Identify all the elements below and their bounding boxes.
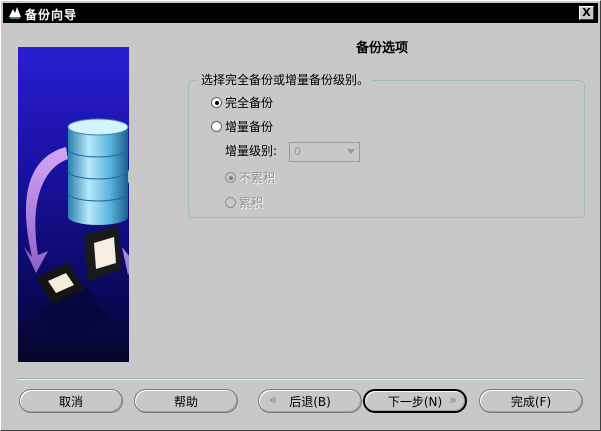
incremental-level-select[interactable]: 0 (289, 142, 360, 162)
cumulative-option[interactable]: 累积 (225, 194, 263, 211)
finish-button-label: 完成(F) (510, 394, 552, 409)
non-cumulative-label: 不累积 (239, 171, 276, 185)
full-backup-radio[interactable] (211, 97, 222, 108)
back-button[interactable]: « 后退(B) (258, 389, 362, 413)
next-button[interactable]: 下一步(N) » (363, 389, 467, 413)
chevron-down-icon (347, 149, 355, 154)
cancel-button[interactable]: 取消 (19, 389, 123, 413)
help-button[interactable]: 帮助 (134, 389, 238, 413)
next-button-label: 下一步(N) (387, 394, 443, 409)
double-chevron-left-icon: « (269, 393, 277, 408)
database-floppy-image (24, 118, 129, 347)
full-backup-label: 完全备份 (225, 96, 274, 110)
incremental-level-label: 增量级别: (225, 144, 278, 158)
full-backup-option[interactable]: 完全备份 (211, 94, 273, 111)
non-cumulative-radio[interactable] (225, 172, 236, 183)
level-value: 0 (294, 145, 301, 158)
incremental-backup-radio[interactable] (211, 121, 222, 132)
page-title: 备份选项 (356, 41, 409, 56)
wizard-icon (9, 7, 21, 19)
close-button[interactable]: X (579, 6, 594, 20)
title-bar[interactable]: 备份向导 X (3, 3, 598, 23)
cancel-button-label: 取消 (58, 394, 83, 409)
group-legend: 选择完全备份或增量备份级别。 (198, 71, 373, 88)
finish-button[interactable]: 完成(F) (479, 389, 583, 413)
incremental-backup-label: 增量备份 (225, 120, 274, 134)
incremental-backup-option[interactable]: 增量备份 (211, 118, 273, 135)
backup-wizard-window: 备份向导 X 备份选项 选择完全备份或增量备份级别。 完全备份 增量备份 增量级… (0, 0, 601, 431)
window-title: 备份向导 (25, 8, 78, 22)
help-button-label: 帮助 (173, 394, 198, 409)
cumulative-label: 累积 (239, 196, 264, 210)
cumulative-radio[interactable] (225, 197, 236, 208)
divider (18, 378, 585, 380)
back-button-label: 后退(B) (289, 394, 331, 409)
backup-illustration (18, 47, 129, 362)
non-cumulative-option[interactable]: 不累积 (225, 169, 275, 186)
double-chevron-right-icon: » (449, 393, 457, 408)
